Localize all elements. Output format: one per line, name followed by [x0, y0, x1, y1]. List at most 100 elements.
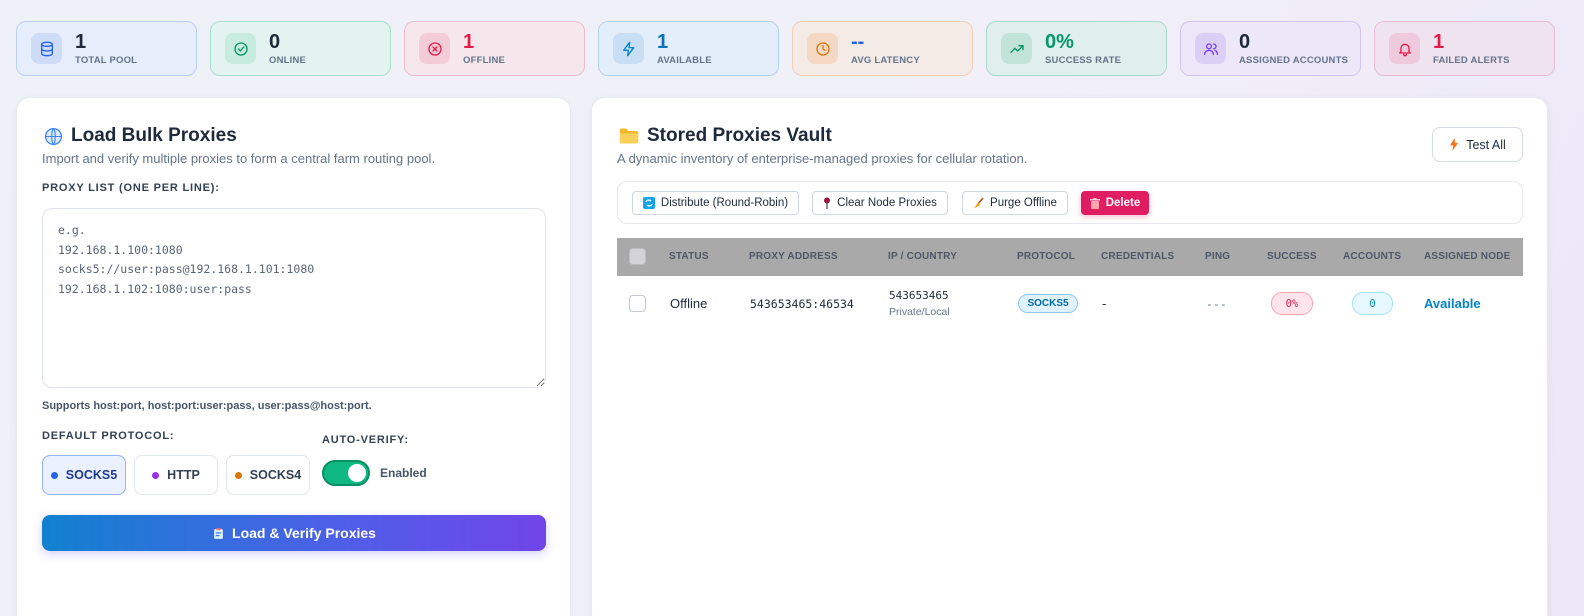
- stat-value: 0: [269, 30, 281, 53]
- stat-online: 0 ONLINE: [210, 21, 391, 76]
- stat-label: AVAILABLE: [657, 54, 712, 66]
- row-proxy-address: 543653465:46534: [750, 297, 854, 311]
- stat-label: OFFLINE: [463, 54, 506, 66]
- purge-offline-label: Purge Offline: [990, 197, 1057, 209]
- stat-value: 1: [75, 30, 87, 53]
- delete-label: Delete: [1105, 197, 1141, 209]
- protocol-option-socks4[interactable]: SOCKS4: [226, 455, 310, 495]
- distribute-label: Distribute (Round-Robin): [660, 197, 789, 209]
- protocol-label: SOCKS5: [65, 468, 118, 482]
- lightning-icon: [1450, 138, 1459, 151]
- protocol-option-http[interactable]: HTTP: [134, 455, 218, 495]
- row-accounts-badge: 0: [1352, 292, 1393, 315]
- folder-icon: [619, 128, 639, 144]
- test-all-label: Test All: [1466, 137, 1506, 152]
- vault-title-text: Stored Proxies Vault: [647, 125, 832, 146]
- stat-label: ONLINE: [269, 54, 307, 66]
- row-success-badge: 0%: [1271, 292, 1313, 315]
- auto-verify-label: AUTO-VERIFY:: [322, 434, 409, 446]
- stat-avg-latency: -- AVG LATENCY: [792, 21, 973, 76]
- row-protocol-badge: SOCKS5: [1018, 294, 1078, 313]
- format-hint: Supports host:port, host:port:user:pass,…: [42, 400, 372, 412]
- column-proxy-address: PROXY ADDRESS: [749, 251, 838, 262]
- stats-bar: 1 TOTAL POOL 0 ONLINE 1 OFFLINE 1 AVAILA…: [16, 21, 1564, 76]
- users-icon: [1195, 33, 1226, 64]
- protocol-label: SOCKS4: [249, 468, 302, 482]
- protocol-dot: [234, 471, 242, 479]
- stat-label: TOTAL POOL: [75, 54, 138, 66]
- select-all-checkbox[interactable]: [629, 248, 646, 265]
- auto-verify-toggle[interactable]: [322, 460, 370, 486]
- lightning-icon: [613, 33, 644, 64]
- default-protocol-label: DEFAULT PROTOCOL:: [42, 430, 175, 442]
- protocol-dot: [50, 471, 58, 479]
- stat-label: SUCCESS RATE: [1045, 54, 1122, 66]
- column-accounts: ACCOUNTS: [1343, 251, 1402, 262]
- column-status: STATUS: [669, 251, 709, 262]
- test-all-button[interactable]: Test All: [1432, 127, 1523, 162]
- database-icon: [31, 33, 62, 64]
- row-credentials: -: [1102, 296, 1107, 311]
- protocol-dot: [152, 471, 160, 479]
- column-assigned-node: ASSIGNED NODE: [1424, 251, 1511, 262]
- table-header: STATUS PROXY ADDRESS IP / COUNTRY PROTOC…: [617, 238, 1523, 276]
- load-verify-label: Load & Verify Proxies: [232, 525, 376, 541]
- clipboard-icon: [214, 527, 223, 539]
- vault-subtitle: A dynamic inventory of enterprise-manage…: [617, 151, 1028, 166]
- load-verify-button[interactable]: Load & Verify Proxies: [42, 515, 546, 551]
- stat-value: --: [851, 30, 865, 53]
- column-success: SUCCESS: [1267, 251, 1317, 262]
- row-country: Private/Local: [889, 306, 950, 318]
- proxies-vault-panel: Stored Proxies Vault A dynamic inventory…: [591, 97, 1548, 616]
- proxy-list-input[interactable]: [42, 208, 546, 388]
- stat-value: 1: [657, 30, 669, 53]
- clear-node-label: Clear Node Proxies: [837, 197, 937, 209]
- bell-icon: [1389, 33, 1420, 64]
- row-assigned-node[interactable]: Available: [1424, 296, 1481, 311]
- stat-label: ASSIGNED ACCOUNTS: [1239, 54, 1349, 66]
- stat-total-pool: 1 TOTAL POOL: [16, 21, 197, 76]
- protocol-option-socks5[interactable]: SOCKS5: [42, 455, 126, 495]
- stat-assigned-accounts: 0 ASSIGNED ACCOUNTS: [1180, 21, 1361, 76]
- protocol-label: HTTP: [167, 468, 200, 482]
- load-panel-title: Load Bulk Proxies: [44, 125, 237, 147]
- column-protocol: PROTOCOL: [1017, 251, 1076, 262]
- toggle-knob: [348, 464, 366, 482]
- row-status: Offline: [670, 296, 708, 311]
- load-subtitle: Import and verify multiple proxies to fo…: [42, 151, 436, 166]
- clock-icon: [807, 33, 838, 64]
- stat-failed-alerts: 1 FAILED ALERTS: [1374, 21, 1555, 76]
- stat-success-rate: 0% SUCCESS RATE: [986, 21, 1167, 76]
- stat-available: 1 AVAILABLE: [598, 21, 779, 76]
- vault-toolbar: Distribute (Round-Robin) Clear Node Prox…: [617, 181, 1523, 224]
- x-circle-icon: [419, 33, 450, 64]
- column-ip-country: IP / COUNTRY: [888, 251, 958, 262]
- delete-button[interactable]: Delete: [1081, 191, 1149, 215]
- row-checkbox[interactable]: [629, 295, 646, 312]
- auto-verify-state: Enabled: [380, 466, 427, 480]
- globe-icon: [44, 127, 63, 145]
- load-proxies-panel: Load Bulk Proxies Import and verify mult…: [16, 97, 571, 616]
- stat-value: 1: [1433, 30, 1445, 53]
- column-ping: PING: [1205, 251, 1231, 262]
- stat-label: FAILED ALERTS: [1433, 54, 1510, 66]
- stat-value: 0: [1239, 30, 1251, 53]
- clear-node-proxies-button[interactable]: Clear Node Proxies: [812, 191, 948, 215]
- purge-offline-button[interactable]: Purge Offline: [962, 191, 1068, 215]
- trash-icon: [1089, 197, 1100, 209]
- distribute-button[interactable]: Distribute (Round-Robin): [632, 191, 799, 215]
- check-circle-icon: [225, 33, 256, 64]
- column-credentials: CREDENTIALS: [1101, 251, 1175, 262]
- load-title-text: Load Bulk Proxies: [71, 125, 237, 146]
- row-ip: 543653465: [889, 289, 949, 302]
- stat-value: 0%: [1045, 30, 1074, 53]
- proxy-list-label: PROXY LIST (ONE PER LINE):: [42, 182, 220, 194]
- pin-icon: [824, 197, 831, 209]
- stat-label: AVG LATENCY: [851, 54, 920, 66]
- stat-value: 1: [463, 30, 475, 53]
- vault-panel-title: Stored Proxies Vault: [619, 125, 832, 147]
- trending-up-icon: [1001, 33, 1032, 64]
- stat-offline: 1 OFFLINE: [404, 21, 585, 76]
- broom-icon: [974, 197, 984, 208]
- row-ping: ---: [1206, 297, 1227, 311]
